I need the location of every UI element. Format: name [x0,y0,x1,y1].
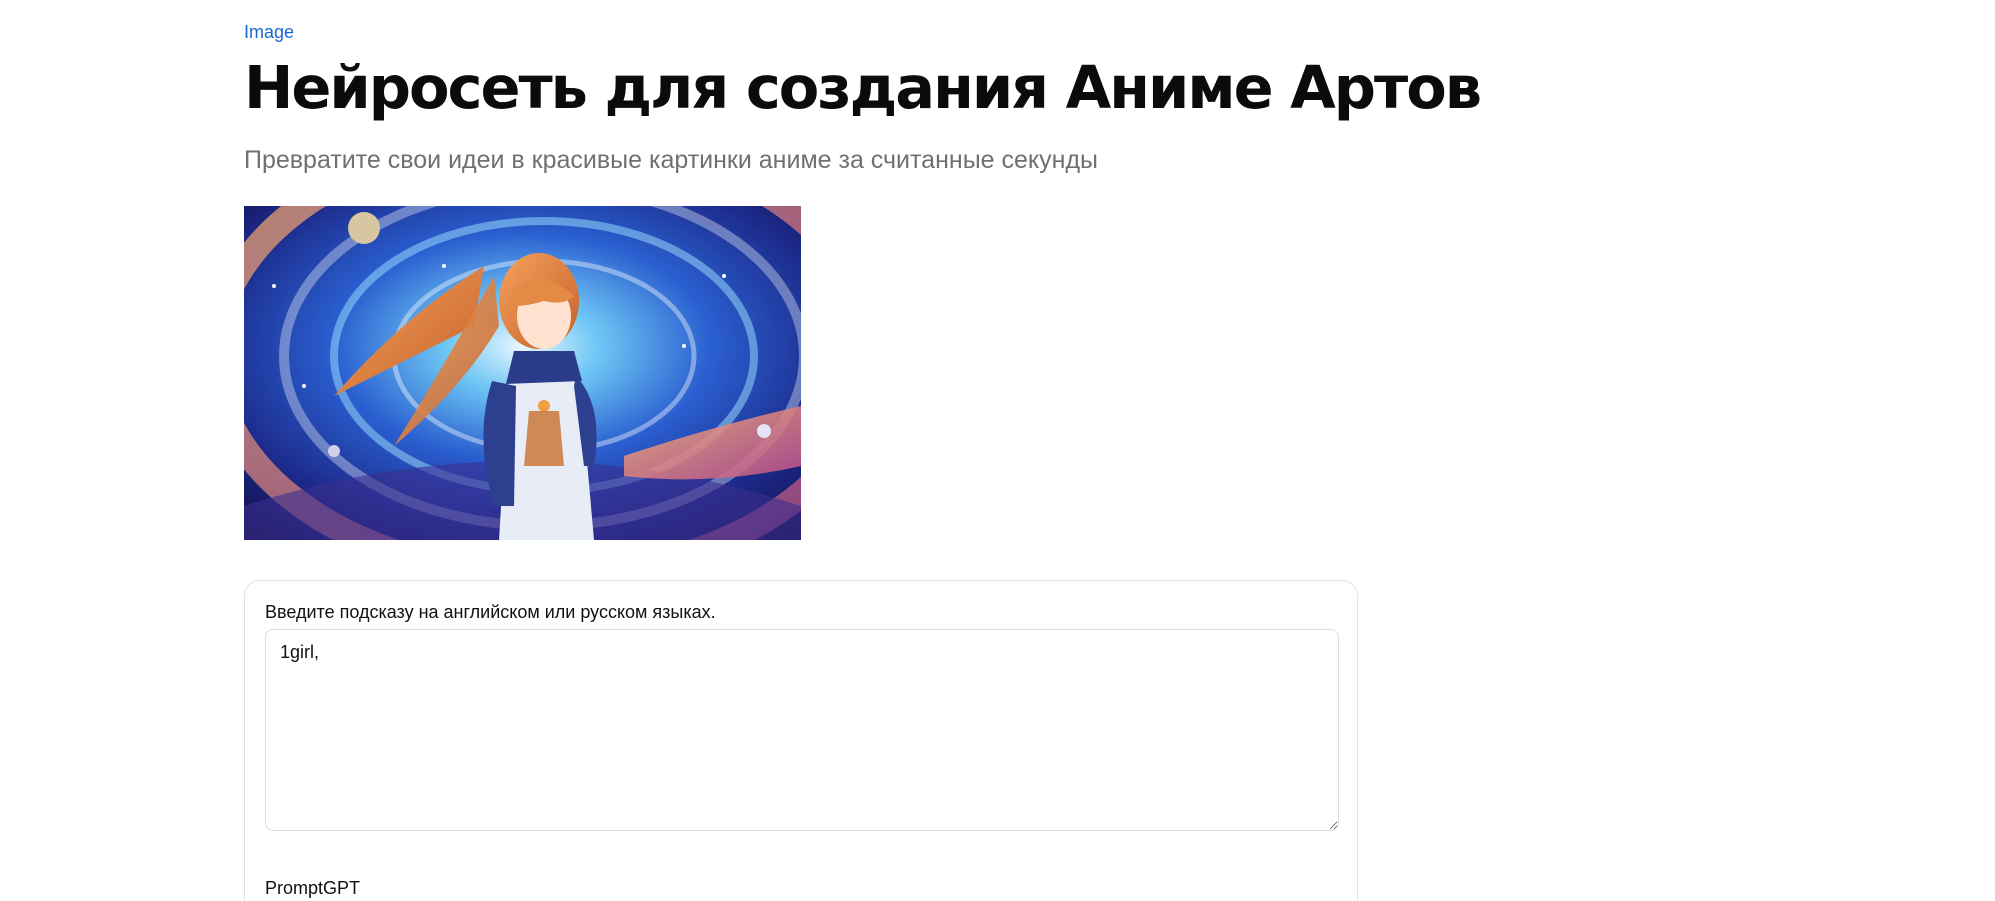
prompt-textarea[interactable] [265,629,1339,831]
page: Image Нейросеть для создания Аниме Артов… [0,0,1995,901]
prompt-label: Введите подсказу на английском или русск… [265,602,716,622]
prompt-form-card: Введите подсказу на английском или русск… [244,580,1358,901]
promptgpt-label: PromptGPT [265,878,361,898]
hero-anime-image [244,206,801,540]
page-title: Нейросеть для создания Аниме Артов [244,53,1482,122]
category-link[interactable]: Image [244,22,294,42]
page-subtitle: Превратите свои идеи в красивые картинки… [244,146,1099,174]
